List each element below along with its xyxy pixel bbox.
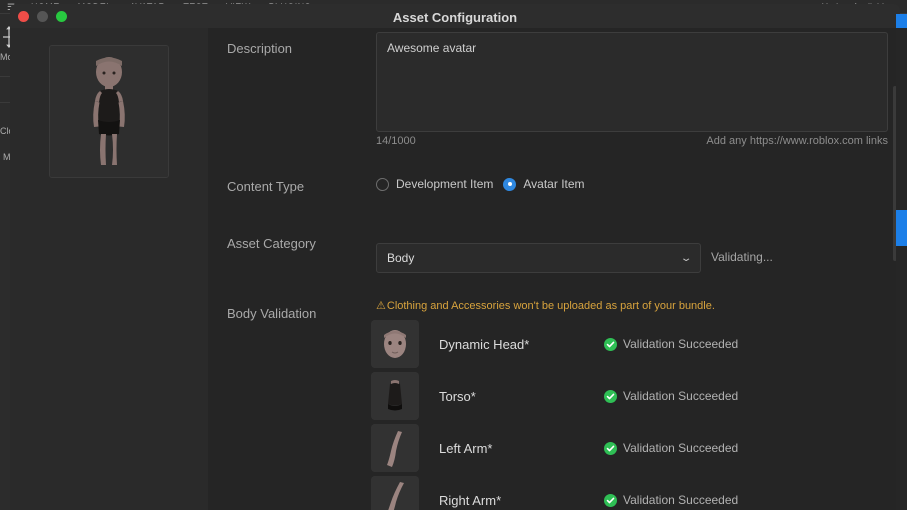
body-validation-row: Body Validation ⚠ Clothing and Accessori…	[208, 300, 900, 510]
validation-item-status: Validation Succeeded	[623, 441, 739, 455]
radio-label-avatar-item: Avatar Item	[523, 177, 585, 191]
check-circle-icon	[604, 441, 617, 455]
torso-thumbnail	[371, 372, 419, 420]
asset-category-label: Asset Category	[227, 236, 316, 251]
table-row[interactable]: Right Arm* Validation Succeeded	[371, 474, 891, 510]
asset-category-value: Body	[387, 251, 415, 265]
table-row[interactable]: Left Arm* Validation Succeeded	[371, 422, 891, 474]
description-input[interactable]: Awesome avatar	[376, 32, 888, 132]
right-arm-thumbnail	[371, 476, 419, 510]
description-meta: 14/1000 Add any https://www.roblox.com l…	[376, 135, 888, 147]
avatar-preview-thumbnail[interactable]	[49, 45, 169, 178]
body-validation-warning: ⚠ Clothing and Accessories won't be uplo…	[376, 300, 715, 313]
validation-item-status: Validation Succeeded	[623, 337, 739, 351]
content-type-row: Content Type Development Item Avatar Ite…	[208, 176, 900, 200]
description-character-counter: 14/1000	[376, 135, 416, 147]
validation-item-status: Validation Succeeded	[623, 493, 739, 507]
content-type-label: Content Type	[227, 179, 305, 194]
radio-avatar-item[interactable]: Avatar Item	[503, 177, 585, 191]
table-row[interactable]: Torso* Validation Succeeded	[371, 370, 891, 422]
content-type-options: Development Item Avatar Item	[376, 177, 585, 191]
description-label: Description	[227, 41, 293, 56]
validation-item-name: Dynamic Head*	[439, 336, 530, 352]
window-body: Description Awesome avatar 14/1000 Add a…	[10, 28, 900, 510]
body-validation-label: Body Validation	[227, 306, 317, 321]
asset-category-row: Asset Category Body ⌄ Validating...	[208, 236, 900, 277]
status-badge: Validation Succeeded	[604, 493, 738, 507]
asset-form: Description Awesome avatar 14/1000 Add a…	[208, 28, 900, 510]
asset-configuration-window: Asset Configuration Description Awesome …	[0, 0, 907, 510]
validation-item-name: Left Arm*	[439, 440, 493, 456]
validation-item-status: Validation Succeeded	[623, 389, 739, 403]
warning-triangle-icon: ⚠	[376, 300, 386, 312]
check-circle-icon	[604, 337, 617, 351]
left-arm-thumbnail	[371, 424, 419, 472]
studio-scrollbar-thumb[interactable]	[896, 210, 907, 246]
studio-scrollbar-top-marker[interactable]	[896, 14, 907, 28]
description-row: Description Awesome avatar 14/1000 Add a…	[208, 32, 900, 152]
head-thumbnail	[371, 320, 419, 368]
window-titlebar: Asset Configuration	[10, 4, 900, 30]
radio-icon-development-item	[376, 177, 389, 191]
check-circle-icon	[604, 493, 617, 507]
check-circle-icon	[604, 389, 617, 403]
radio-label-development-item: Development Item	[396, 177, 494, 191]
radio-icon-avatar-item	[503, 177, 517, 191]
asset-category-select[interactable]: Body ⌄	[376, 243, 701, 273]
status-badge: Validation Succeeded	[604, 389, 738, 403]
validation-item-name: Torso*	[439, 388, 476, 404]
status-badge: Validation Succeeded	[604, 441, 738, 455]
window-title: Asset Configuration	[392, 9, 518, 25]
status-badge: Validation Succeeded	[604, 337, 738, 351]
body-validation-warning-text: Clothing and Accessories won't be upload…	[386, 300, 715, 312]
asset-category-status: Validating...	[711, 250, 773, 264]
validation-item-name: Right Arm*	[439, 492, 502, 508]
app-root: ☰ HOME MODEL AVATAR TEST VIEW PLUGINS ▲ …	[0, 0, 907, 510]
studio-scrollbar-track[interactable]	[896, 14, 907, 510]
preview-panel	[10, 28, 208, 510]
table-row[interactable]: Dynamic Head* Validation Succeeded	[371, 318, 891, 370]
description-hint: Add any https://www.roblox.com links	[706, 135, 888, 147]
chevron-down-icon: ⌄	[679, 252, 693, 264]
radio-development-item[interactable]: Development Item	[376, 177, 493, 191]
body-validation-list: Dynamic Head* Validation Succeeded Torso…	[371, 318, 891, 510]
